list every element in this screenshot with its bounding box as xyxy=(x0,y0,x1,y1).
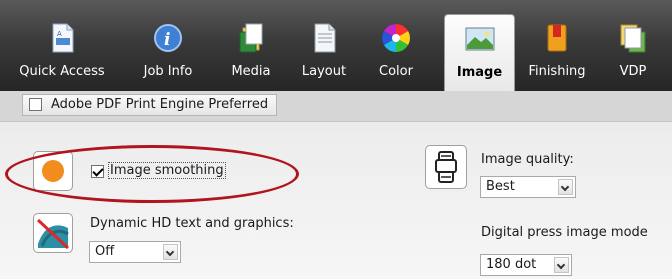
image-smoothing-checkbox[interactable] xyxy=(91,165,104,178)
chevron-down-icon[interactable] xyxy=(558,179,573,195)
svg-text:i: i xyxy=(164,30,170,50)
image-icon xyxy=(465,27,494,51)
tab-label: Finishing xyxy=(528,64,586,79)
printer-quality-icon xyxy=(435,151,457,183)
orange-circle-icon xyxy=(42,160,64,182)
tab-vdp[interactable]: VDP xyxy=(604,14,662,91)
image-quality-select[interactable]: Best xyxy=(480,176,576,198)
image-quality-value: Best xyxy=(486,179,515,194)
dynamic-hd-icon-box xyxy=(33,213,73,253)
image-quality-icon-box xyxy=(425,145,467,189)
vdp-icon xyxy=(620,24,646,53)
pdf-engine-toggle[interactable]: Adobe PDF Print Engine Preferred xyxy=(22,94,278,116)
tab-layout[interactable]: Layout xyxy=(291,14,357,91)
digital-press-select[interactable]: 180 dot xyxy=(480,254,572,276)
digital-press-value: 180 dot xyxy=(486,257,537,272)
tab-image[interactable]: Image xyxy=(444,14,515,91)
tab-quick-access[interactable]: A Quick Access xyxy=(0,14,124,91)
info-icon: i xyxy=(154,24,182,52)
media-icon xyxy=(239,23,263,53)
pdf-engine-checkbox[interactable] xyxy=(29,98,42,111)
tab-label: Image xyxy=(456,65,503,80)
image-quality-label: Image quality: xyxy=(481,152,574,167)
layout-icon xyxy=(314,23,336,53)
tab-media[interactable]: Media xyxy=(216,14,286,91)
dynamic-hd-disabled-icon xyxy=(36,218,70,250)
dynamic-hd-value: Off xyxy=(95,244,115,259)
tab-label: Layout xyxy=(301,64,347,79)
digital-press-label: Digital press image mode xyxy=(481,225,648,240)
tab-label: VDP xyxy=(619,64,647,79)
tab-label: Quick Access xyxy=(19,64,105,79)
image-settings-panel: Image smoothing Dynamic HD text and grap… xyxy=(0,122,672,279)
image-smoothing-label[interactable]: Image smoothing xyxy=(108,162,226,179)
ribbon-tab-bar: A Quick Access i Job Info Media Layout C… xyxy=(0,0,672,91)
finishing-icon xyxy=(547,24,567,52)
tab-label: Job Info xyxy=(143,64,193,79)
image-smoothing-icon-box xyxy=(33,151,73,191)
svg-text:A: A xyxy=(57,30,62,38)
pdf-engine-label: Adobe PDF Print Engine Preferred xyxy=(51,97,269,112)
tab-job-info[interactable]: i Job Info xyxy=(130,14,206,91)
dynamic-hd-label: Dynamic HD text and graphics: xyxy=(90,216,294,231)
chevron-down-icon[interactable] xyxy=(554,257,569,273)
tab-label: Media xyxy=(231,64,271,79)
tab-color[interactable]: Color xyxy=(366,14,426,91)
tab-finishing[interactable]: Finishing xyxy=(519,14,595,91)
chevron-down-icon[interactable] xyxy=(163,244,178,260)
dynamic-hd-select[interactable]: Off xyxy=(89,241,181,263)
tab-label: Color xyxy=(379,64,413,79)
quick-access-icon: A xyxy=(52,23,74,53)
engine-bar: Adobe PDF Print Engine Preferred xyxy=(0,91,672,122)
color-wheel-icon xyxy=(382,24,410,52)
